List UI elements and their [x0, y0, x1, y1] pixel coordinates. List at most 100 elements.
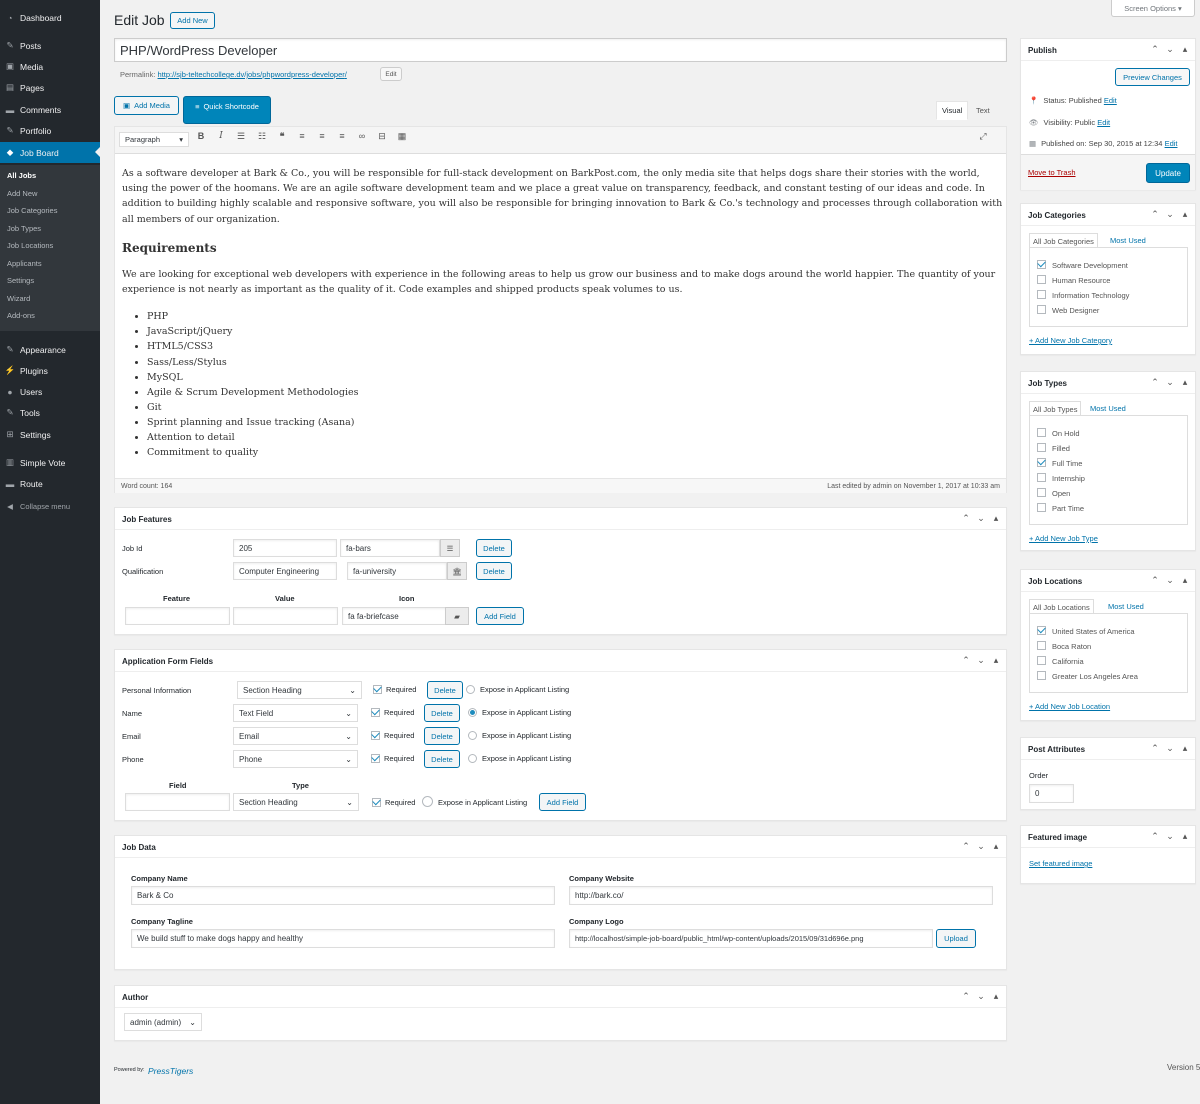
chevron-down-icon[interactable]: ⌄ [1166, 377, 1174, 388]
job-categories-checkbox[interactable] [1037, 260, 1046, 269]
bold-icon[interactable]: B [195, 131, 207, 141]
feature-delete-button[interactable]: Delete [476, 562, 512, 580]
expose-radio[interactable] [468, 731, 477, 740]
job-types-checkbox[interactable] [1037, 443, 1046, 452]
new-value-input[interactable] [233, 607, 338, 625]
sidebar-item-posts[interactable]: ✎ Posts [0, 35, 100, 56]
feature-value-input[interactable]: 205 [233, 539, 337, 557]
chevron-up-icon[interactable]: ⌃ [1151, 575, 1159, 586]
sidebar-item-settings[interactable]: ⊞ Settings [0, 424, 100, 445]
new-expose-radio[interactable] [422, 796, 433, 807]
sidebar-item-portfolio[interactable]: ✎ Portfolio [0, 120, 100, 141]
submenu-item-add-ons[interactable]: Add-ons [7, 311, 35, 320]
sidebar-item-dashboard[interactable]: ◔ Dashboard [0, 7, 100, 28]
field-delete-button[interactable]: Delete [424, 750, 460, 768]
permalink-link[interactable]: http://sjb-teltechcollege.dv/jobs/phpwor… [158, 70, 347, 79]
sidebar-item-plugins[interactable]: ⚡ Plugins [0, 360, 100, 381]
required-checkbox[interactable] [371, 731, 380, 740]
align-left-icon[interactable]: ≡ [296, 131, 308, 141]
form-add-field-button[interactable]: Add Field [539, 793, 586, 811]
expose-radio[interactable] [468, 708, 477, 717]
add-new-button[interactable]: Add New [170, 12, 215, 29]
submenu-item-settings[interactable]: Settings [7, 276, 34, 285]
chevron-down-icon[interactable]: ⌄ [977, 513, 985, 524]
link-icon[interactable]: ∞ [356, 131, 368, 141]
feature-add-field-button[interactable]: Add Field [476, 607, 524, 625]
author-select[interactable]: admin (admin) ⌄ [124, 1013, 202, 1031]
blockquote-icon[interactable]: ❝ [276, 131, 288, 142]
required-checkbox[interactable] [373, 685, 382, 694]
chevron-up-icon[interactable]: ⌃ [1151, 743, 1159, 754]
job-types-tab-most-used[interactable]: Most Used [1087, 401, 1129, 416]
feature-value-input[interactable]: Computer Engineering [233, 562, 337, 580]
numbered-list-icon[interactable]: ☷ [256, 131, 268, 142]
feature-delete-button[interactable]: Delete [476, 539, 512, 557]
editor-body[interactable]: As a software developer at Bark & Co., y… [115, 154, 1006, 474]
new-icon-input[interactable]: fa fa-briefcase [342, 607, 447, 625]
job-locations-checkbox[interactable] [1037, 626, 1046, 635]
chevron-up-icon[interactable]: ⌃ [1151, 831, 1159, 842]
post-title-input[interactable]: PHP/WordPress Developer [114, 38, 1007, 62]
chevron-up-icon[interactable]: ⌃ [962, 513, 970, 524]
chevron-down-icon[interactable]: ⌄ [977, 655, 985, 666]
feature-icon-input[interactable]: fa-university [347, 562, 447, 580]
chevron-up-icon[interactable]: ⌃ [1151, 209, 1159, 220]
submenu-item-all-jobs[interactable]: All Jobs [7, 171, 36, 180]
fullscreen-icon[interactable]: ⤢ [977, 131, 989, 142]
set-featured-image-link[interactable]: Set featured image [1029, 859, 1092, 868]
sidebar-item-appearance[interactable]: ✎ Appearance [0, 339, 100, 360]
new-feature-input[interactable] [125, 607, 230, 625]
briefcase-icon[interactable]: ▰ [445, 607, 469, 625]
collapse-toggle-icon[interactable]: ▴ [992, 841, 1000, 852]
field-delete-button[interactable]: Delete [424, 727, 460, 745]
job-categories-checkbox[interactable] [1037, 275, 1046, 284]
job-types-checkbox[interactable] [1037, 458, 1046, 467]
job-types-checkbox[interactable] [1037, 488, 1046, 497]
chevron-down-icon[interactable]: ⌄ [1166, 44, 1174, 55]
company-name-input[interactable]: Bark & Co [131, 886, 555, 905]
collapse-toggle-icon[interactable]: ▴ [1181, 377, 1189, 388]
company-website-input[interactable]: http://bark.co/ [569, 886, 993, 905]
bullet-list-icon[interactable]: ☰ [235, 131, 247, 142]
collapse-toggle-icon[interactable]: ▴ [1181, 575, 1189, 586]
submenu-item-job-locations[interactable]: Job Locations [7, 241, 53, 250]
align-center-icon[interactable]: ≡ [316, 131, 328, 141]
add-new-job-categories-link[interactable]: + Add New Job Category [1029, 336, 1112, 345]
move-to-trash-link[interactable]: Move to Trash [1028, 168, 1076, 177]
sidebar-item-tools[interactable]: ✎ Tools [0, 402, 100, 423]
collapse-menu[interactable]: ◀ Collapse menu [0, 497, 100, 515]
new-field-input[interactable] [125, 793, 230, 811]
toolbar-toggle-icon[interactable]: ▦ [396, 131, 408, 142]
expose-radio[interactable] [468, 754, 477, 763]
sidebar-item-comments[interactable]: ▬ Comments [0, 99, 100, 120]
add-new-job-locations-link[interactable]: + Add New Job Location [1029, 702, 1110, 711]
sidebar-item-simple-vote[interactable]: ▥ Simple Vote [0, 452, 100, 473]
chevron-down-icon[interactable]: ⌄ [1166, 743, 1174, 754]
submenu-item-job-categories[interactable]: Job Categories [7, 206, 57, 215]
sidebar-item-media[interactable]: ▣ Media [0, 56, 100, 77]
collapse-toggle-icon[interactable]: ▴ [1181, 44, 1189, 55]
chevron-up-icon[interactable]: ⌃ [962, 655, 970, 666]
visibility-edit-link[interactable]: Edit [1097, 118, 1110, 127]
job-types-checkbox[interactable] [1037, 428, 1046, 437]
job-types-checkbox[interactable] [1037, 503, 1046, 512]
sidebar-item-users[interactable]: ● Users [0, 381, 100, 402]
required-checkbox[interactable] [371, 708, 380, 717]
field-delete-button[interactable]: Delete [427, 681, 463, 699]
chevron-up-icon[interactable]: ⌃ [1151, 44, 1159, 55]
sidebar-item-job-board[interactable]: ◆ Job Board [0, 142, 100, 163]
job-categories-checkbox[interactable] [1037, 290, 1046, 299]
tab-visual[interactable]: Visual [936, 101, 969, 120]
chevron-down-icon[interactable]: ⌄ [1166, 575, 1174, 586]
chevron-down-icon[interactable]: ⌄ [1166, 831, 1174, 842]
feature-icon-input[interactable]: fa-bars [340, 539, 440, 557]
preview-changes-button[interactable]: Preview Changes [1115, 68, 1190, 86]
status-edit-link[interactable]: Edit [1104, 96, 1117, 105]
order-input[interactable]: 0 [1029, 784, 1074, 803]
presstigers-logo[interactable]: PressTigers [148, 1066, 193, 1076]
sidebar-item-pages[interactable]: ▤ Pages [0, 77, 100, 98]
screen-options-button[interactable]: Screen Options ▾ [1111, 0, 1195, 17]
job-locations-checkbox[interactable] [1037, 656, 1046, 665]
submenu-item-wizard[interactable]: Wizard [7, 294, 30, 303]
field-type-select[interactable]: Text Field ⌄ [233, 704, 358, 722]
